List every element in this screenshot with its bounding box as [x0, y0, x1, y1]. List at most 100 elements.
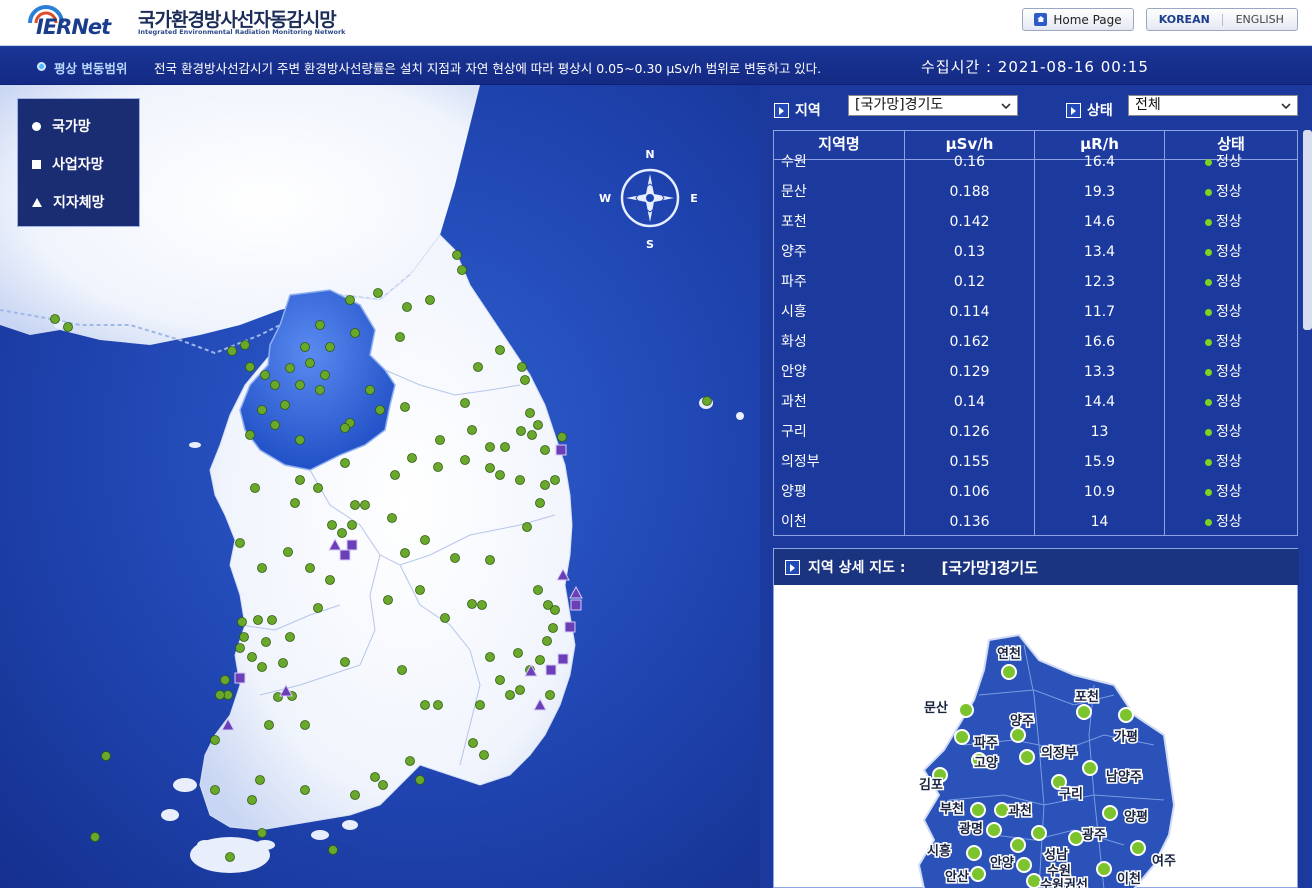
station-marker[interactable]: [245, 362, 255, 372]
station-marker[interactable]: [260, 370, 270, 380]
station-marker[interactable]: [550, 475, 560, 485]
table-row[interactable]: 의정부 0.155 15.9 정상: [774, 452, 1297, 482]
station-marker[interactable]: [420, 700, 430, 710]
region-select[interactable]: [국가망]경기도: [848, 95, 1018, 116]
station-marker[interactable]: [210, 785, 220, 795]
station-marker[interactable]: [240, 340, 250, 350]
station-marker[interactable]: [517, 362, 527, 372]
detail-station-marker[interactable]: [986, 822, 1002, 838]
station-marker[interactable]: [340, 458, 350, 468]
station-marker[interactable]: [350, 328, 360, 338]
detail-station-marker[interactable]: [1031, 825, 1047, 841]
station-marker[interactable]: [210, 735, 220, 745]
station-marker[interactable]: [533, 420, 543, 430]
station-marker[interactable]: [327, 520, 337, 530]
station-marker[interactable]: [405, 756, 415, 766]
station-marker[interactable]: [370, 772, 380, 782]
station-marker[interactable]: [328, 845, 338, 855]
station-marker[interactable]: [407, 453, 417, 463]
station-marker[interactable]: [400, 548, 410, 558]
station-marker[interactable]: [237, 617, 247, 627]
home-page-button[interactable]: Home Page: [1022, 8, 1134, 31]
detail-station-marker[interactable]: [1010, 727, 1026, 743]
station-marker[interactable]: [215, 690, 225, 700]
station-marker[interactable]: [550, 605, 560, 615]
station-marker[interactable]: [433, 700, 443, 710]
station-marker[interactable]: [270, 380, 280, 390]
detail-station-marker[interactable]: [1068, 830, 1084, 846]
table-row[interactable]: 이천 0.136 14 정상: [774, 512, 1297, 535]
station-marker[interactable]: [90, 832, 100, 842]
table-row[interactable]: 구리 0.126 13 정상: [774, 422, 1297, 452]
station-marker[interactable]: [257, 563, 267, 573]
station-marker[interactable]: [337, 528, 347, 538]
station-marker[interactable]: [313, 483, 323, 493]
table-row[interactable]: 포천 0.142 14.6 정상: [774, 212, 1297, 242]
station-marker[interactable]: [340, 657, 350, 667]
operator-marker[interactable]: [570, 599, 582, 611]
operator-marker[interactable]: [346, 539, 358, 551]
station-marker[interactable]: [257, 828, 267, 838]
table-row[interactable]: 파주 0.12 12.3 정상: [774, 272, 1297, 302]
detail-station-marker[interactable]: [954, 729, 970, 745]
station-marker[interactable]: [264, 720, 274, 730]
station-marker[interactable]: [345, 295, 355, 305]
operator-marker[interactable]: [557, 653, 569, 665]
station-marker[interactable]: [495, 345, 505, 355]
station-marker[interactable]: [245, 430, 255, 440]
station-marker[interactable]: [295, 475, 305, 485]
station-marker[interactable]: [545, 690, 555, 700]
station-marker[interactable]: [516, 426, 526, 436]
station-marker[interactable]: [450, 553, 460, 563]
station-marker[interactable]: [267, 615, 277, 625]
station-marker[interactable]: [300, 720, 310, 730]
station-marker[interactable]: [300, 785, 310, 795]
station-marker[interactable]: [378, 780, 388, 790]
station-marker[interactable]: [257, 662, 267, 672]
station-marker[interactable]: [360, 500, 370, 510]
station-marker[interactable]: [540, 445, 550, 455]
station-marker[interactable]: [440, 613, 450, 623]
station-marker[interactable]: [515, 475, 525, 485]
operator-marker[interactable]: [339, 549, 351, 561]
station-marker[interactable]: [425, 295, 435, 305]
station-marker[interactable]: [365, 385, 375, 395]
station-marker[interactable]: [247, 795, 257, 805]
station-marker[interactable]: [235, 538, 245, 548]
local-marker[interactable]: [569, 585, 583, 599]
station-marker[interactable]: [457, 265, 467, 275]
station-marker[interactable]: [477, 600, 487, 610]
station-marker[interactable]: [315, 320, 325, 330]
detail-station-marker[interactable]: [1118, 707, 1134, 723]
korea-map[interactable]: N S E W 국가망 사업자망 지자체망: [0, 85, 760, 888]
station-marker[interactable]: [557, 432, 567, 442]
station-marker[interactable]: [395, 332, 405, 342]
station-marker[interactable]: [468, 738, 478, 748]
station-marker[interactable]: [520, 375, 530, 385]
station-marker[interactable]: [513, 648, 523, 658]
detail-station-marker[interactable]: [958, 702, 974, 718]
ier-logo[interactable]: IERNet: [26, 2, 131, 42]
station-marker[interactable]: [467, 425, 477, 435]
station-marker[interactable]: [347, 520, 357, 530]
station-marker[interactable]: [63, 322, 73, 332]
station-marker[interactable]: [485, 463, 495, 473]
detail-station-marker[interactable]: [966, 845, 982, 861]
station-marker[interactable]: [50, 314, 60, 324]
table-row[interactable]: 시흥 0.114 11.7 정상: [774, 302, 1297, 332]
station-marker[interactable]: [295, 435, 305, 445]
station-marker[interactable]: [325, 575, 335, 585]
detail-station-marker[interactable]: [1019, 749, 1035, 765]
detail-station-marker[interactable]: [1026, 873, 1042, 888]
station-marker[interactable]: [300, 342, 310, 352]
detail-station-marker[interactable]: [1102, 805, 1118, 821]
station-marker[interactable]: [225, 852, 235, 862]
station-marker[interactable]: [460, 455, 470, 465]
lang-korean-link[interactable]: KOREAN: [1147, 13, 1222, 26]
station-marker[interactable]: [397, 665, 407, 675]
station-marker[interactable]: [505, 690, 515, 700]
station-marker[interactable]: [295, 380, 305, 390]
station-marker[interactable]: [375, 405, 385, 415]
detail-station-marker[interactable]: [970, 866, 986, 882]
station-marker[interactable]: [285, 363, 295, 373]
